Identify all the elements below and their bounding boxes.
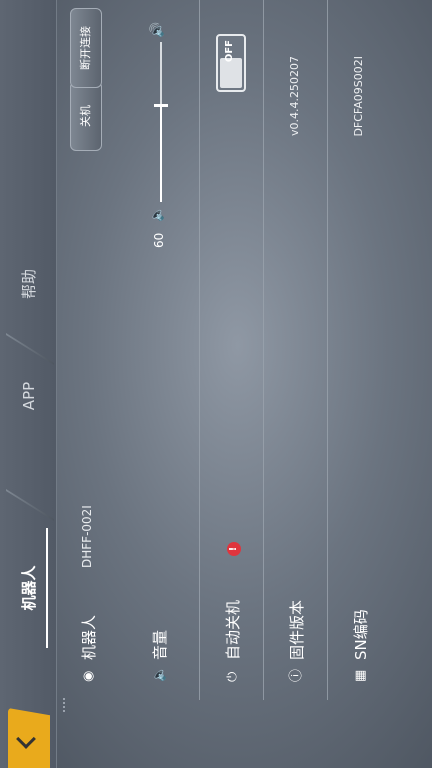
toggle-state-label: OFF	[224, 40, 235, 63]
volume-label: 音量	[151, 629, 169, 660]
warning-badge: !	[227, 542, 241, 556]
tab-divider	[6, 489, 54, 521]
robot-row: ◉ 机器人 DHFF-002I 关机 断开连接	[56, 0, 120, 768]
tab-help[interactable]: 帮助	[14, 224, 44, 344]
volume-slider[interactable]: 60 🔈 🔊	[142, 22, 182, 248]
volume-high-icon: 🔊	[150, 22, 165, 39]
tab-active-indicator	[46, 528, 48, 648]
top-bar: 机器人 APP 帮助	[0, 0, 65, 768]
shutdown-button[interactable]: 关机	[70, 81, 102, 151]
disconnect-button[interactable]: 断开连接	[70, 8, 102, 88]
auto-off-row: ⏻ 自动关机 !	[200, 0, 264, 768]
volume-low-icon: 🔈	[150, 205, 165, 222]
speaker-icon: 🔈	[152, 665, 167, 682]
firmware-label: 固件版本	[288, 599, 306, 660]
power-icon: ⏻	[225, 671, 240, 682]
dots-decoration	[50, 692, 65, 712]
volume-fill	[160, 106, 162, 202]
volume-thumb[interactable]	[154, 104, 168, 107]
sn-row: ▦ SN编码 DFCFA09S002I	[328, 0, 392, 768]
robot-icon: ◉	[81, 670, 96, 682]
auto-off-toggle[interactable]: OFF	[216, 34, 246, 92]
sn-label: SN编码	[352, 609, 370, 660]
volume-value: 60	[152, 232, 166, 248]
volume-track	[154, 42, 168, 202]
sn-value: DFCFA09S002I	[352, 56, 365, 137]
firmware-row: ⓘ 固件版本 v0.4.4.250207	[264, 0, 328, 768]
robot-label: 机器人	[80, 614, 98, 660]
robot-name: DHFF-002I	[80, 505, 94, 568]
toggle-knob	[220, 58, 242, 88]
chevron-left-icon	[16, 729, 36, 749]
auto-off-label: 自动关机	[224, 599, 242, 660]
tab-robot[interactable]: 机器人	[14, 528, 44, 648]
back-button[interactable]	[8, 708, 50, 768]
barcode-icon: ▦	[353, 669, 368, 682]
info-icon: ⓘ	[289, 668, 304, 682]
firmware-version: v0.4.4.250207	[288, 56, 301, 136]
